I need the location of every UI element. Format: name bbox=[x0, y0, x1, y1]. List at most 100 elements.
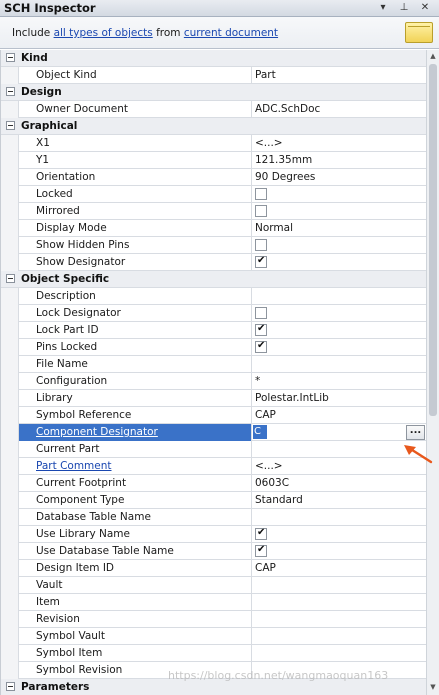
property-row-show-designator[interactable]: Show Designator bbox=[1, 254, 439, 271]
show-designator-checkbox[interactable] bbox=[255, 255, 267, 268]
property-value-cell[interactable]: 121.35mm bbox=[251, 152, 427, 169]
property-row-symbol-reference[interactable]: Symbol Reference CAP bbox=[1, 407, 439, 424]
property-row-library[interactable]: Library Polestar.IntLib bbox=[1, 390, 439, 407]
collapse-icon[interactable] bbox=[6, 274, 15, 283]
category-kind[interactable]: Kind bbox=[1, 50, 439, 67]
property-row-display-mode[interactable]: Display Mode Normal bbox=[1, 220, 439, 237]
property-value-cell bbox=[251, 254, 427, 271]
property-row-current-part[interactable]: Current Part bbox=[1, 441, 439, 458]
scroll-down-icon[interactable]: ▼ bbox=[428, 682, 438, 692]
source-document-link[interactable]: current document bbox=[184, 27, 278, 39]
use-library-name-checkbox[interactable] bbox=[255, 527, 267, 540]
property-value-cell bbox=[251, 305, 427, 322]
collapse-icon[interactable] bbox=[6, 87, 15, 96]
property-row-component-type[interactable]: Component Type Standard bbox=[1, 492, 439, 509]
property-value-cell[interactable] bbox=[251, 594, 427, 611]
property-row-mirrored[interactable]: Mirrored bbox=[1, 203, 439, 220]
row-gutter bbox=[1, 492, 19, 509]
row-gutter bbox=[1, 543, 19, 560]
property-value-cell[interactable]: <...> bbox=[251, 135, 427, 152]
object-scope-link[interactable]: all types of objects bbox=[54, 27, 153, 39]
property-row-symbol-item[interactable]: Symbol Item bbox=[1, 645, 439, 662]
property-row-design-item-id[interactable]: Design Item ID CAP bbox=[1, 560, 439, 577]
category-label: Design bbox=[21, 86, 62, 98]
show-hidden-pins-checkbox[interactable] bbox=[255, 239, 267, 251]
property-row-locked[interactable]: Locked bbox=[1, 186, 439, 203]
property-value-cell[interactable]: CAP bbox=[251, 560, 427, 577]
property-value-cell[interactable]: ADC.SchDoc bbox=[251, 101, 427, 118]
property-row-object-kind[interactable]: Object Kind Part bbox=[1, 67, 439, 84]
property-row-item[interactable]: Item bbox=[1, 594, 439, 611]
property-row-component-designator[interactable]: Component Designator C ... bbox=[1, 424, 439, 441]
property-value-cell[interactable] bbox=[251, 288, 427, 305]
locked-checkbox[interactable] bbox=[255, 188, 267, 200]
property-name: Mirrored bbox=[36, 205, 80, 217]
pins-locked-checkbox[interactable] bbox=[255, 340, 267, 353]
collapse-icon[interactable] bbox=[6, 53, 15, 62]
property-row-lock-designator[interactable]: Lock Designator bbox=[1, 305, 439, 322]
row-gutter bbox=[1, 424, 19, 441]
property-name: Current Footprint bbox=[36, 477, 127, 489]
category-design[interactable]: Design bbox=[1, 84, 439, 101]
property-value-cell[interactable] bbox=[251, 577, 427, 594]
property-name: Configuration bbox=[36, 375, 108, 387]
scroll-up-icon[interactable]: ▲ bbox=[428, 51, 438, 61]
designator-edit-field[interactable]: C bbox=[253, 425, 267, 439]
category-object-specific[interactable]: Object Specific bbox=[1, 271, 439, 288]
property-value-cell[interactable]: * bbox=[251, 373, 427, 390]
property-value-cell[interactable] bbox=[251, 645, 427, 662]
property-value-cell[interactable]: CAP bbox=[251, 407, 427, 424]
property-row-use-database-table-name[interactable]: Use Database Table Name bbox=[1, 543, 439, 560]
property-value-cell[interactable] bbox=[251, 509, 427, 526]
property-row-symbol-vault[interactable]: Symbol Vault bbox=[1, 628, 439, 645]
close-icon[interactable]: ✕ bbox=[418, 1, 432, 15]
mirrored-checkbox[interactable] bbox=[255, 205, 267, 217]
property-value-cell[interactable]: Polestar.IntLib bbox=[251, 390, 427, 407]
collapse-icon[interactable] bbox=[6, 121, 15, 130]
property-row-show-hidden-pins[interactable]: Show Hidden Pins bbox=[1, 237, 439, 254]
property-value-cell[interactable] bbox=[251, 611, 427, 628]
lock-part-id-checkbox[interactable] bbox=[255, 323, 267, 336]
property-row-current-footprint[interactable]: Current Footprint 0603C bbox=[1, 475, 439, 492]
row-gutter bbox=[1, 288, 19, 305]
row-gutter bbox=[1, 441, 19, 458]
collapse-icon[interactable] bbox=[6, 682, 15, 691]
use-database-table-name-checkbox[interactable] bbox=[255, 544, 267, 557]
property-value-cell[interactable]: Normal bbox=[251, 220, 427, 237]
scroll-thumb[interactable] bbox=[429, 64, 437, 416]
pin-icon[interactable]: ⊥ bbox=[397, 1, 411, 15]
property-row-y1[interactable]: Y1 121.35mm bbox=[1, 152, 439, 169]
property-row-x1[interactable]: X1 <...> bbox=[1, 135, 439, 152]
property-row-part-comment[interactable]: Part Comment <...> bbox=[1, 458, 439, 475]
property-name-link[interactable]: Part Comment bbox=[36, 460, 112, 472]
property-row-file-name[interactable]: File Name bbox=[1, 356, 439, 373]
panel-menu-icon[interactable]: ▾ bbox=[376, 1, 390, 15]
property-value-cell[interactable]: 90 Degrees bbox=[251, 169, 427, 186]
lock-designator-checkbox[interactable] bbox=[255, 307, 267, 319]
property-name: Database Table Name bbox=[36, 511, 151, 523]
property-row-use-library-name[interactable]: Use Library Name bbox=[1, 526, 439, 543]
property-row-database-table-name[interactable]: Database Table Name bbox=[1, 509, 439, 526]
property-value-cell[interactable]: Standard bbox=[251, 492, 427, 509]
property-row-lock-part-id[interactable]: Lock Part ID bbox=[1, 322, 439, 339]
property-row-configuration[interactable]: Configuration * bbox=[1, 373, 439, 390]
property-row-description[interactable]: Description bbox=[1, 288, 439, 305]
notebook-icon[interactable] bbox=[405, 22, 433, 43]
property-value-cell[interactable] bbox=[251, 356, 427, 373]
property-name-link[interactable]: Component Designator bbox=[36, 426, 158, 438]
property-value-cell[interactable] bbox=[251, 628, 427, 645]
property-row-revision[interactable]: Revision bbox=[1, 611, 439, 628]
vertical-scrollbar[interactable]: ▲ ▼ bbox=[426, 50, 439, 695]
property-value-cell[interactable]: 0603C bbox=[251, 475, 427, 492]
property-row-orientation[interactable]: Orientation 90 Degrees bbox=[1, 169, 439, 186]
property-value-cell[interactable] bbox=[251, 424, 427, 441]
property-row-vault[interactable]: Vault bbox=[1, 577, 439, 594]
property-value-cell[interactable]: Part bbox=[251, 67, 427, 84]
row-gutter bbox=[1, 407, 19, 424]
ellipsis-button[interactable]: ... bbox=[406, 425, 425, 440]
property-row-owner-document[interactable]: Owner Document ADC.SchDoc bbox=[1, 101, 439, 118]
property-name: Item bbox=[36, 596, 60, 608]
property-row-pins-locked[interactable]: Pins Locked bbox=[1, 339, 439, 356]
property-name: Symbol Item bbox=[36, 647, 103, 659]
category-graphical[interactable]: Graphical bbox=[1, 118, 439, 135]
